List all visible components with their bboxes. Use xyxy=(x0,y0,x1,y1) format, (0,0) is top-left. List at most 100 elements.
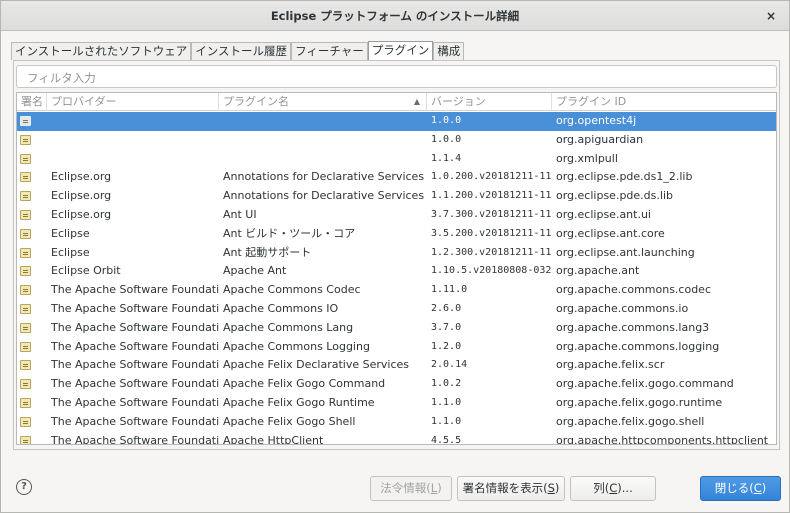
table-row[interactable]: Eclipse.org Ant UI 3.7.300.v20181211-1115 o… xyxy=(17,206,776,225)
column-header-plugin-name[interactable]: プラグイン名 ▲ xyxy=(219,93,427,111)
table-row[interactable]: The Apache Software Foundation Apache Com… xyxy=(17,300,776,319)
plugin-name-cell: Apache Commons IO xyxy=(223,301,339,315)
version-cell: 4.5.5 xyxy=(431,434,462,445)
table-row[interactable]: The Apache Software Foundation Apache Com… xyxy=(17,338,776,357)
signed-cell xyxy=(17,413,47,432)
plugin-id-cell: org.xmlpull xyxy=(556,151,618,165)
tab-bar: インストールされたソフトウェア インストール履歴 フィーチャー プラグイン 構成 xyxy=(11,41,465,60)
column-header-signed[interactable]: 署名 xyxy=(17,93,47,111)
table-row[interactable]: The Apache Software Foundation Apache Fel… xyxy=(17,375,776,394)
column-header-plugin-id[interactable]: プラグイン ID xyxy=(552,93,776,111)
table-row[interactable]: The Apache Software Foundation Apache Fel… xyxy=(17,394,776,413)
plugin-name-cell: Apache Felix Gogo Shell xyxy=(223,414,356,428)
provider-cell: The Apache Software Foundation xyxy=(51,433,219,445)
show-signing-info-mnemonic: S xyxy=(547,481,555,495)
legal-info-text: 法令情報( xyxy=(380,481,431,495)
help-icon[interactable]: ? xyxy=(16,479,32,495)
plugin-name-cell: Apache HttpClient xyxy=(223,433,324,445)
plugin-name-cell: Ant 起動サポート xyxy=(223,245,312,259)
version-cell: 1.1.0 xyxy=(431,415,462,427)
provider-cell: Eclipse.org xyxy=(51,189,112,203)
plugin-name-cell: Apache Commons Logging xyxy=(223,339,370,353)
version-cell: 2.0.14 xyxy=(431,359,468,371)
column-header-provider[interactable]: プロバイダー xyxy=(47,93,219,111)
close-text: 閉じる( xyxy=(714,481,754,495)
plugin-id-cell: org.apache.felix.gogo.command xyxy=(556,377,734,391)
tab-configuration[interactable]: 構成 xyxy=(433,42,465,60)
certificate-icon xyxy=(20,247,31,258)
plugin-name-cell xyxy=(219,131,427,150)
version-cell: 1.1.200.v20181211-1115 xyxy=(431,190,552,202)
signed-cell xyxy=(17,281,47,300)
tab-features[interactable]: フィーチャー xyxy=(291,42,368,60)
provider-cell: The Apache Software Foundation xyxy=(51,377,219,391)
columns-text: 列( xyxy=(593,481,610,495)
table-row[interactable]: The Apache Software Foundation Apache Com… xyxy=(17,319,776,338)
plugin-id-cell: org.apache.commons.io xyxy=(556,301,689,315)
plugin-name-cell: Apache Felix Gogo Command xyxy=(223,377,386,391)
plugin-id-cell: org.eclipse.ant.ui xyxy=(556,207,651,221)
signed-cell xyxy=(17,131,47,150)
table-row[interactable]: Eclipse Ant ビルド・ツール・コア 3.5.200.v20181211-1… xyxy=(17,225,776,244)
certificate-icon xyxy=(20,397,31,408)
plugin-name-cell: Apache Ant xyxy=(223,264,287,278)
title-bar: Eclipse プラットフォーム のインストール詳細 × xyxy=(1,1,789,31)
table-row[interactable]: 1.0.0 org.apiguardian xyxy=(17,131,776,150)
signed-cell xyxy=(17,432,47,444)
certificate-icon xyxy=(20,209,31,220)
version-cell: 2.6.0 xyxy=(431,302,462,314)
provider-cell: The Apache Software Foundation xyxy=(51,395,219,409)
certificate-icon xyxy=(20,322,31,333)
column-header-version[interactable]: バージョン xyxy=(427,93,552,111)
table-row[interactable]: 1.0.0 org.opentest4j xyxy=(17,112,776,131)
certificate-icon xyxy=(20,360,31,371)
version-cell: 3.5.200.v20181211-1115 xyxy=(431,227,552,239)
certificate-icon xyxy=(20,379,31,390)
plugin-id-cell: org.eclipse.pde.ds.lib xyxy=(556,189,673,203)
certificate-icon xyxy=(20,416,31,427)
tab-plugins[interactable]: プラグイン xyxy=(367,41,434,60)
table-row[interactable]: The Apache Software Foundation Apache Htt… xyxy=(17,432,776,445)
signed-cell xyxy=(17,375,47,394)
version-cell: 1.0.0 xyxy=(431,133,462,145)
version-cell: 1.2.0 xyxy=(431,340,462,352)
legal-info-button[interactable]: 法令情報(L) xyxy=(370,476,452,501)
plugins-table[interactable]: 署名 プロバイダー プラグイン名 ▲ バージョン プラグイン ID 1.0.0 o… xyxy=(16,92,777,445)
tab-installed-software[interactable]: インストールされたソフトウェア xyxy=(11,42,192,60)
table-row[interactable]: The Apache Software Foundation Apache Fel… xyxy=(17,356,776,375)
table-row[interactable]: 1.1.4 org.xmlpull xyxy=(17,150,776,169)
show-signing-info-text: 署名情報を表示( xyxy=(462,481,548,495)
table-row[interactable]: The Apache Software Foundation Apache Fel… xyxy=(17,413,776,432)
certificate-icon xyxy=(20,341,31,352)
version-cell: 1.0.2 xyxy=(431,378,462,390)
show-signing-info-suffix: ) xyxy=(554,481,560,495)
plugin-name-cell: Annotations for Declarative Services v1.… xyxy=(223,189,427,203)
provider-cell: The Apache Software Foundation xyxy=(51,339,219,353)
close-button[interactable]: 閉じる(C) xyxy=(700,476,781,501)
provider-cell: Eclipse Orbit xyxy=(51,264,121,278)
table-row[interactable]: Eclipse Orbit Apache Ant 1.10.5.v20180808-… xyxy=(17,262,776,281)
plugin-id-cell: org.apache.commons.lang3 xyxy=(556,320,710,334)
provider-cell: Eclipse.org xyxy=(51,170,112,184)
show-signing-info-button[interactable]: 署名情報を表示(S) xyxy=(457,476,565,501)
close-icon[interactable]: × xyxy=(763,8,779,24)
filter-input[interactable]: フィルタ入力 xyxy=(16,65,777,88)
plugin-id-cell: org.eclipse.pde.ds1_2.lib xyxy=(556,170,693,184)
columns-button[interactable]: 列(C)... xyxy=(570,476,656,501)
table-body: 1.0.0 org.opentest4j 1.0.0 org.apiguardian 1… xyxy=(17,112,776,445)
table-row[interactable]: Eclipse.org Annotations for Declarative S… xyxy=(17,168,776,187)
table-row[interactable]: Eclipse Ant 起動サポート 1.2.300.v20181211-1115 o… xyxy=(17,244,776,263)
plugin-name-cell: Ant ビルド・ツール・コア xyxy=(223,226,356,240)
certificate-icon xyxy=(20,228,31,239)
version-cell: 1.0.200.v20181211-1115 xyxy=(431,171,552,183)
plugin-name-cell: Apache Felix Declarative Services xyxy=(223,358,410,372)
table-row[interactable]: Eclipse.org Annotations for Declarative S… xyxy=(17,187,776,206)
table-row[interactable]: The Apache Software Foundation Apache Com… xyxy=(17,281,776,300)
plugin-id-cell: org.eclipse.ant.core xyxy=(556,226,665,240)
window-title: Eclipse プラットフォーム のインストール詳細 xyxy=(270,8,520,23)
signed-cell xyxy=(17,150,47,169)
column-header-plugin-name-label: プラグイン名 xyxy=(223,95,289,108)
tab-installation-history[interactable]: インストール履歴 xyxy=(191,42,292,60)
plugin-id-cell: org.apache.felix.gogo.runtime xyxy=(556,395,723,409)
signed-cell xyxy=(17,168,47,187)
